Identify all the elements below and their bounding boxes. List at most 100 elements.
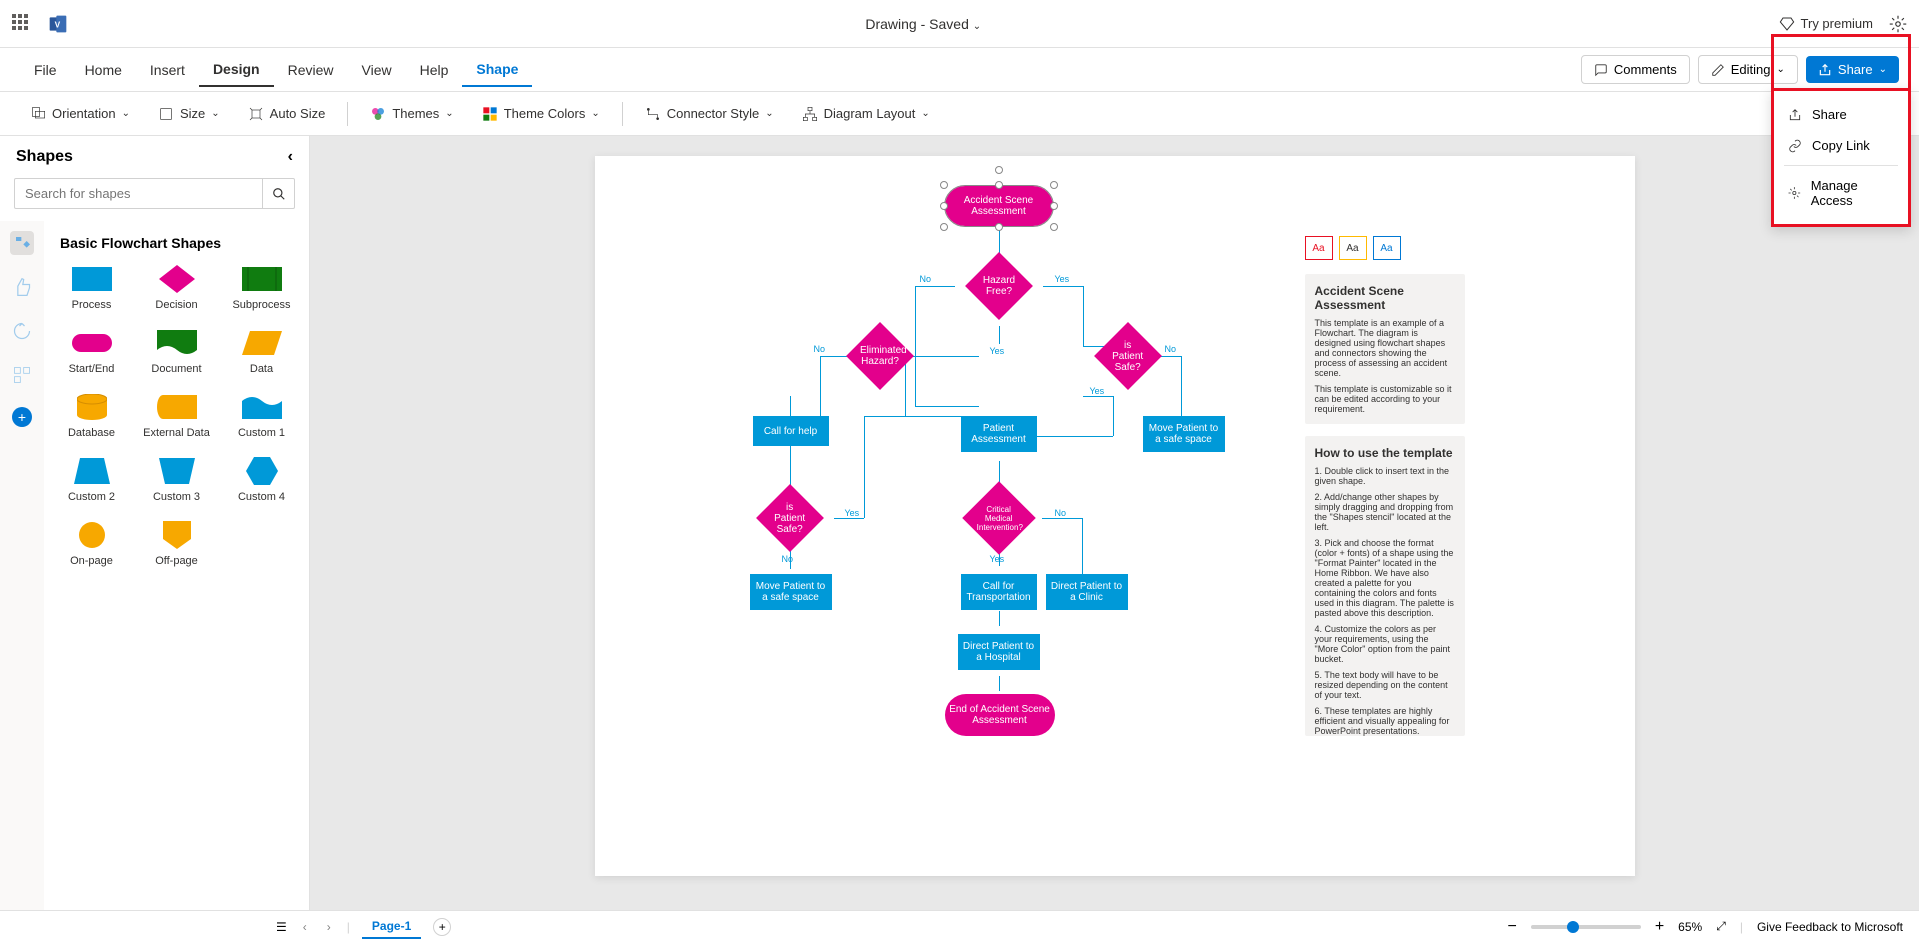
share-menu-copy-link[interactable]: Copy Link bbox=[1774, 130, 1908, 161]
shape-patient-safe-2[interactable]: is Patient Safe? bbox=[756, 484, 824, 552]
shape-custom1[interactable]: Custom 1 bbox=[224, 393, 299, 439]
visio-icon: V bbox=[48, 14, 68, 34]
shape-direct-hospital[interactable]: Direct Patient to a Hospital bbox=[958, 634, 1040, 670]
label-no: No bbox=[814, 344, 826, 354]
swatch-yellow[interactable]: Aa bbox=[1339, 236, 1367, 260]
share-menu-share[interactable]: Share bbox=[1774, 99, 1908, 130]
layout-icon bbox=[802, 106, 818, 122]
menu-shape[interactable]: Shape bbox=[462, 53, 532, 87]
shape-direct-clinic[interactable]: Direct Patient to a Clinic bbox=[1046, 574, 1128, 610]
try-premium-button[interactable]: Try premium bbox=[1779, 16, 1873, 32]
page-prev[interactable]: ‹ bbox=[299, 920, 311, 934]
shapes-search-button[interactable] bbox=[263, 178, 295, 209]
share-dropdown: Share Copy Link Manage Access bbox=[1771, 88, 1911, 227]
zoom-level[interactable]: 65% bbox=[1678, 920, 1702, 934]
menu-insert[interactable]: Insert bbox=[136, 54, 199, 86]
pencil-icon bbox=[1711, 63, 1725, 77]
themes-icon bbox=[370, 106, 386, 122]
shape-external-data[interactable]: External Data bbox=[139, 393, 214, 439]
zoom-out-button[interactable]: − bbox=[1507, 918, 1516, 936]
autosize-button[interactable]: Auto Size bbox=[238, 100, 336, 128]
rail-more-icon[interactable] bbox=[10, 363, 34, 387]
theme-colors-icon bbox=[482, 106, 498, 122]
connector-style-button[interactable]: Connector Style ⌄ bbox=[635, 100, 784, 128]
comment-icon bbox=[1594, 63, 1608, 77]
shape-move-patient-2[interactable]: Move Patient to a safe space bbox=[750, 574, 832, 610]
rail-flowchart-icon[interactable] bbox=[10, 231, 34, 255]
swatch-blue[interactable]: Aa bbox=[1373, 236, 1401, 260]
shape-start[interactable]: Accident Scene Assessment bbox=[945, 186, 1053, 226]
shape-custom2[interactable]: Custom 2 bbox=[54, 457, 129, 503]
shape-decision[interactable]: Decision bbox=[139, 265, 214, 311]
shapes-category-label: Basic Flowchart Shapes bbox=[54, 235, 299, 251]
settings-icon[interactable] bbox=[1889, 15, 1907, 33]
link-icon bbox=[1788, 139, 1802, 153]
shape-subprocess[interactable]: Subprocess bbox=[224, 265, 299, 311]
shapes-panel: Shapes ‹ + Basic Flowchart Shapes Proces… bbox=[0, 136, 310, 910]
shape-custom4[interactable]: Custom 4 bbox=[224, 457, 299, 503]
shape-eliminated-hazard[interactable]: Eliminated Hazard? bbox=[846, 322, 914, 390]
theme-colors-button[interactable]: Theme Colors ⌄ bbox=[472, 100, 610, 128]
menu-help[interactable]: Help bbox=[406, 54, 463, 86]
menu-view[interactable]: View bbox=[348, 54, 406, 86]
orientation-button[interactable]: Orientation ⌄ bbox=[20, 100, 140, 128]
fit-page-button[interactable]: ⤢ bbox=[1716, 919, 1726, 934]
menu-review[interactable]: Review bbox=[274, 54, 348, 86]
menu-file[interactable]: File bbox=[20, 54, 71, 86]
page-list-icon[interactable]: ☰ bbox=[276, 920, 287, 934]
comments-button[interactable]: Comments bbox=[1581, 55, 1690, 84]
shape-process[interactable]: Process bbox=[54, 265, 129, 311]
feedback-link[interactable]: Give Feedback to Microsoft bbox=[1757, 920, 1903, 934]
themes-button[interactable]: Themes ⌄ bbox=[360, 100, 463, 128]
document-title[interactable]: Drawing - Saved ⌄ bbox=[68, 16, 1779, 32]
shape-data[interactable]: Data bbox=[224, 329, 299, 375]
shape-call-transport[interactable]: Call for Transportation bbox=[961, 574, 1037, 610]
menu-design[interactable]: Design bbox=[199, 53, 274, 87]
rotate-handle[interactable] bbox=[995, 166, 1003, 174]
shape-critical-medical[interactable]: Critical Medical Intervention? bbox=[962, 481, 1036, 555]
label-yes: Yes bbox=[990, 554, 1005, 564]
menu-home[interactable]: Home bbox=[71, 54, 136, 86]
shape-call-help[interactable]: Call for help bbox=[753, 416, 829, 446]
share-icon bbox=[1818, 63, 1832, 77]
zoom-slider[interactable] bbox=[1531, 925, 1641, 929]
share-icon bbox=[1788, 108, 1802, 122]
canvas-area[interactable]: No Yes Yes No No Yes Yes No No Yes Accid… bbox=[310, 136, 1919, 910]
orientation-icon bbox=[30, 106, 46, 122]
shape-onpage[interactable]: On-page bbox=[54, 521, 129, 567]
label-no: No bbox=[782, 554, 794, 564]
diagram-layout-button[interactable]: Diagram Layout ⌄ bbox=[792, 100, 940, 128]
shape-move-patient-1[interactable]: Move Patient to a safe space bbox=[1143, 416, 1225, 452]
shape-hazard-free[interactable]: Hazard Free? bbox=[965, 252, 1033, 320]
size-button[interactable]: Size ⌄ bbox=[148, 100, 230, 128]
diamond-icon bbox=[1779, 16, 1795, 32]
share-menu-manage-access[interactable]: Manage Access bbox=[1774, 170, 1908, 216]
shape-offpage[interactable]: Off-page bbox=[139, 521, 214, 567]
connector-icon bbox=[645, 106, 661, 122]
share-button[interactable]: Share ⌄ bbox=[1806, 56, 1899, 83]
search-icon bbox=[272, 187, 286, 201]
label-yes: Yes bbox=[990, 346, 1005, 356]
shapes-panel-title: Shapes bbox=[16, 148, 73, 166]
page-tab-1[interactable]: Page-1 bbox=[362, 915, 421, 939]
swatch-red[interactable]: Aa bbox=[1305, 236, 1333, 260]
theme-swatches: Aa Aa Aa bbox=[1305, 236, 1401, 260]
shape-end[interactable]: End of Accident Scene Assessment bbox=[945, 694, 1055, 736]
collapse-shapes-icon[interactable]: ‹ bbox=[288, 148, 293, 166]
rail-like-icon[interactable] bbox=[10, 275, 34, 299]
shape-custom3[interactable]: Custom 3 bbox=[139, 457, 214, 503]
shapes-search-input[interactable] bbox=[14, 178, 263, 209]
rail-recent-icon[interactable] bbox=[10, 319, 34, 343]
page-next[interactable]: › bbox=[323, 920, 335, 934]
shape-patient-assessment[interactable]: Patient Assessment bbox=[961, 416, 1037, 452]
rail-add-button[interactable]: + bbox=[12, 407, 32, 427]
shape-startend[interactable]: Start/End bbox=[54, 329, 129, 375]
zoom-in-button[interactable]: + bbox=[1655, 918, 1664, 936]
add-page-button[interactable]: + bbox=[433, 918, 451, 936]
shape-patient-safe-1[interactable]: is Patient Safe? bbox=[1094, 322, 1162, 390]
editing-mode-button[interactable]: Editing ⌄ bbox=[1698, 55, 1798, 84]
shape-document[interactable]: Document bbox=[139, 329, 214, 375]
shape-database[interactable]: Database bbox=[54, 393, 129, 439]
app-launcher[interactable] bbox=[12, 14, 32, 34]
canvas-page[interactable]: No Yes Yes No No Yes Yes No No Yes Accid… bbox=[595, 156, 1635, 876]
